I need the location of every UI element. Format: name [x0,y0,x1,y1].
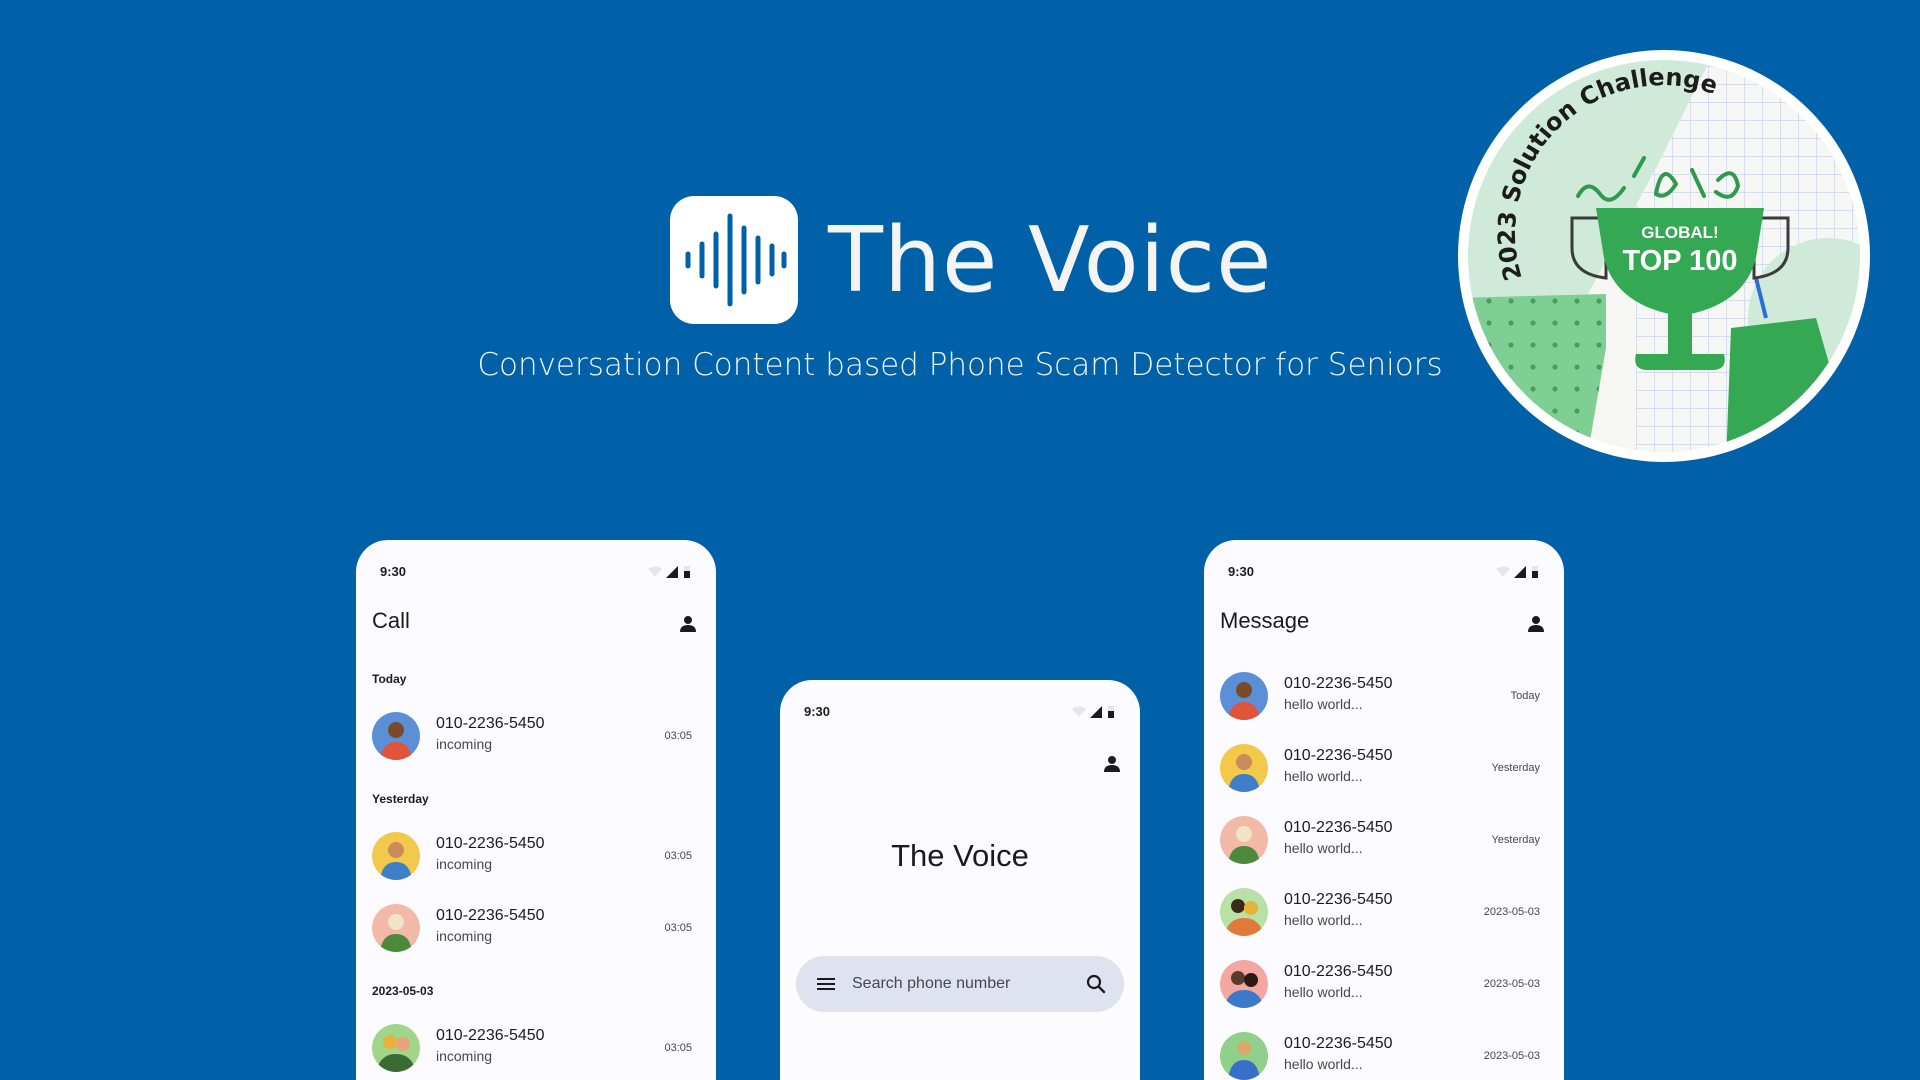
avatar [1220,816,1268,864]
signal-icon [1090,706,1102,718]
message-preview: hello world... [1284,768,1363,784]
call-list-item[interactable]: 010-2236-5450 incoming 03:05 [356,704,716,764]
call-list-item[interactable]: 010-2236-5450 incoming 03:05 [356,1016,716,1076]
avatar [372,832,420,880]
app-title: The Voice [828,208,1273,313]
phone-number: 010-2236-5450 [1284,819,1393,836]
search-icon[interactable] [1084,972,1108,996]
badge-line1: GLOBAL! [1641,223,1718,242]
message-preview: hello world... [1284,984,1363,1000]
wifi-icon [648,566,662,577]
message-screen: 9:30 Message 010-2236-5450 hello world..… [1204,540,1564,1080]
call-screen: 9:30 Call Today 010-2236-5450 incoming 0… [356,540,716,1080]
status-icons [1072,706,1114,718]
message-preview: hello world... [1284,912,1363,928]
home-title: The Voice [891,838,1029,873]
wifi-icon [1496,566,1510,577]
message-list-item[interactable]: 010-2236-5450 hello world... Yesterday [1204,736,1564,796]
profile-icon[interactable] [676,612,700,636]
message-date: 2023-05-03 [1483,978,1540,990]
call-type: incoming [436,928,493,944]
status-time: 9:30 [804,704,831,719]
avatar [1220,1032,1268,1080]
status-icons [648,566,690,578]
signal-icon [666,566,678,578]
signal-icon [1514,566,1526,578]
solution-challenge-badge: GLOBAL! TOP 100 2023 Solution Challenge [1456,48,1872,464]
avatar [372,904,420,952]
phone-number: 010-2236-5450 [436,835,545,852]
avatar [1220,744,1268,792]
call-type: incoming [436,856,493,872]
phone-number: 010-2236-5450 [436,715,545,732]
status-bar: 9:30 [1204,540,1564,604]
menu-icon[interactable] [814,972,838,996]
call-type: incoming [436,736,493,752]
message-preview: hello world... [1284,840,1363,856]
phone-number: 010-2236-5450 [436,907,545,924]
badge-line2: TOP 100 [1622,245,1737,277]
message-list-item[interactable]: 010-2236-5450 hello world... Yesterday [1204,808,1564,868]
message-list-item[interactable]: 010-2236-5450 hello world... 2023-05-03 [1204,952,1564,1012]
app-logo [670,196,798,324]
message-list-item[interactable]: 010-2236-5450 hello world... Today [1204,664,1564,724]
profile-icon[interactable] [1524,612,1548,636]
waveform-icon [685,213,787,307]
wifi-icon [1072,706,1086,717]
phone-number: 010-2236-5450 [1284,1035,1393,1052]
status-time: 9:30 [380,564,407,579]
call-duration: 03:05 [664,730,692,742]
message-date: Today [1510,690,1540,702]
message-date: 2023-05-03 [1483,906,1540,918]
message-list-item[interactable]: 010-2236-5450 hello world... 2023-05-03 [1204,880,1564,940]
call-duration: 03:05 [664,922,692,934]
status-icons [1496,566,1538,578]
phone-number: 010-2236-5450 [436,1027,545,1044]
message-date: Yesterday [1491,834,1540,846]
message-list-item[interactable]: 010-2236-5450 hello world... 2023-05-03 [1204,1024,1564,1080]
message-preview: hello world... [1284,696,1363,712]
page-title: Call [372,608,410,633]
phone-number: 010-2236-5450 [1284,747,1393,764]
call-type: incoming [436,1048,493,1064]
call-duration: 03:05 [664,850,692,862]
avatar [372,712,420,760]
call-list-item[interactable]: 010-2236-5450 incoming 03:05 [356,824,716,884]
avatar [1220,672,1268,720]
avatar [1220,888,1268,936]
section-label: Yesterday [372,792,429,806]
phone-number: 010-2236-5450 [1284,891,1393,908]
avatar [1220,960,1268,1008]
message-date: 2023-05-03 [1483,1050,1540,1062]
search-input[interactable] [852,972,1072,996]
status-time: 9:30 [1228,564,1255,579]
phone-number: 010-2236-5450 [1284,675,1393,692]
avatar [372,1024,420,1072]
profile-icon[interactable] [1100,752,1124,776]
call-duration: 03:05 [664,1042,692,1054]
status-bar: 9:30 [780,680,1140,744]
page-title: Message [1220,608,1310,633]
call-list-item[interactable]: 010-2236-5450 incoming 03:05 [356,896,716,956]
phone-number: 010-2236-5450 [1284,963,1393,980]
message-date: Yesterday [1491,762,1540,774]
section-label: Today [372,672,407,686]
status-bar: 9:30 [356,540,716,604]
message-preview: hello world... [1284,1056,1363,1072]
section-label: 2023-05-03 [372,984,434,998]
home-screen: 9:30 The Voice [780,680,1140,1080]
search-bar[interactable] [796,956,1124,1012]
